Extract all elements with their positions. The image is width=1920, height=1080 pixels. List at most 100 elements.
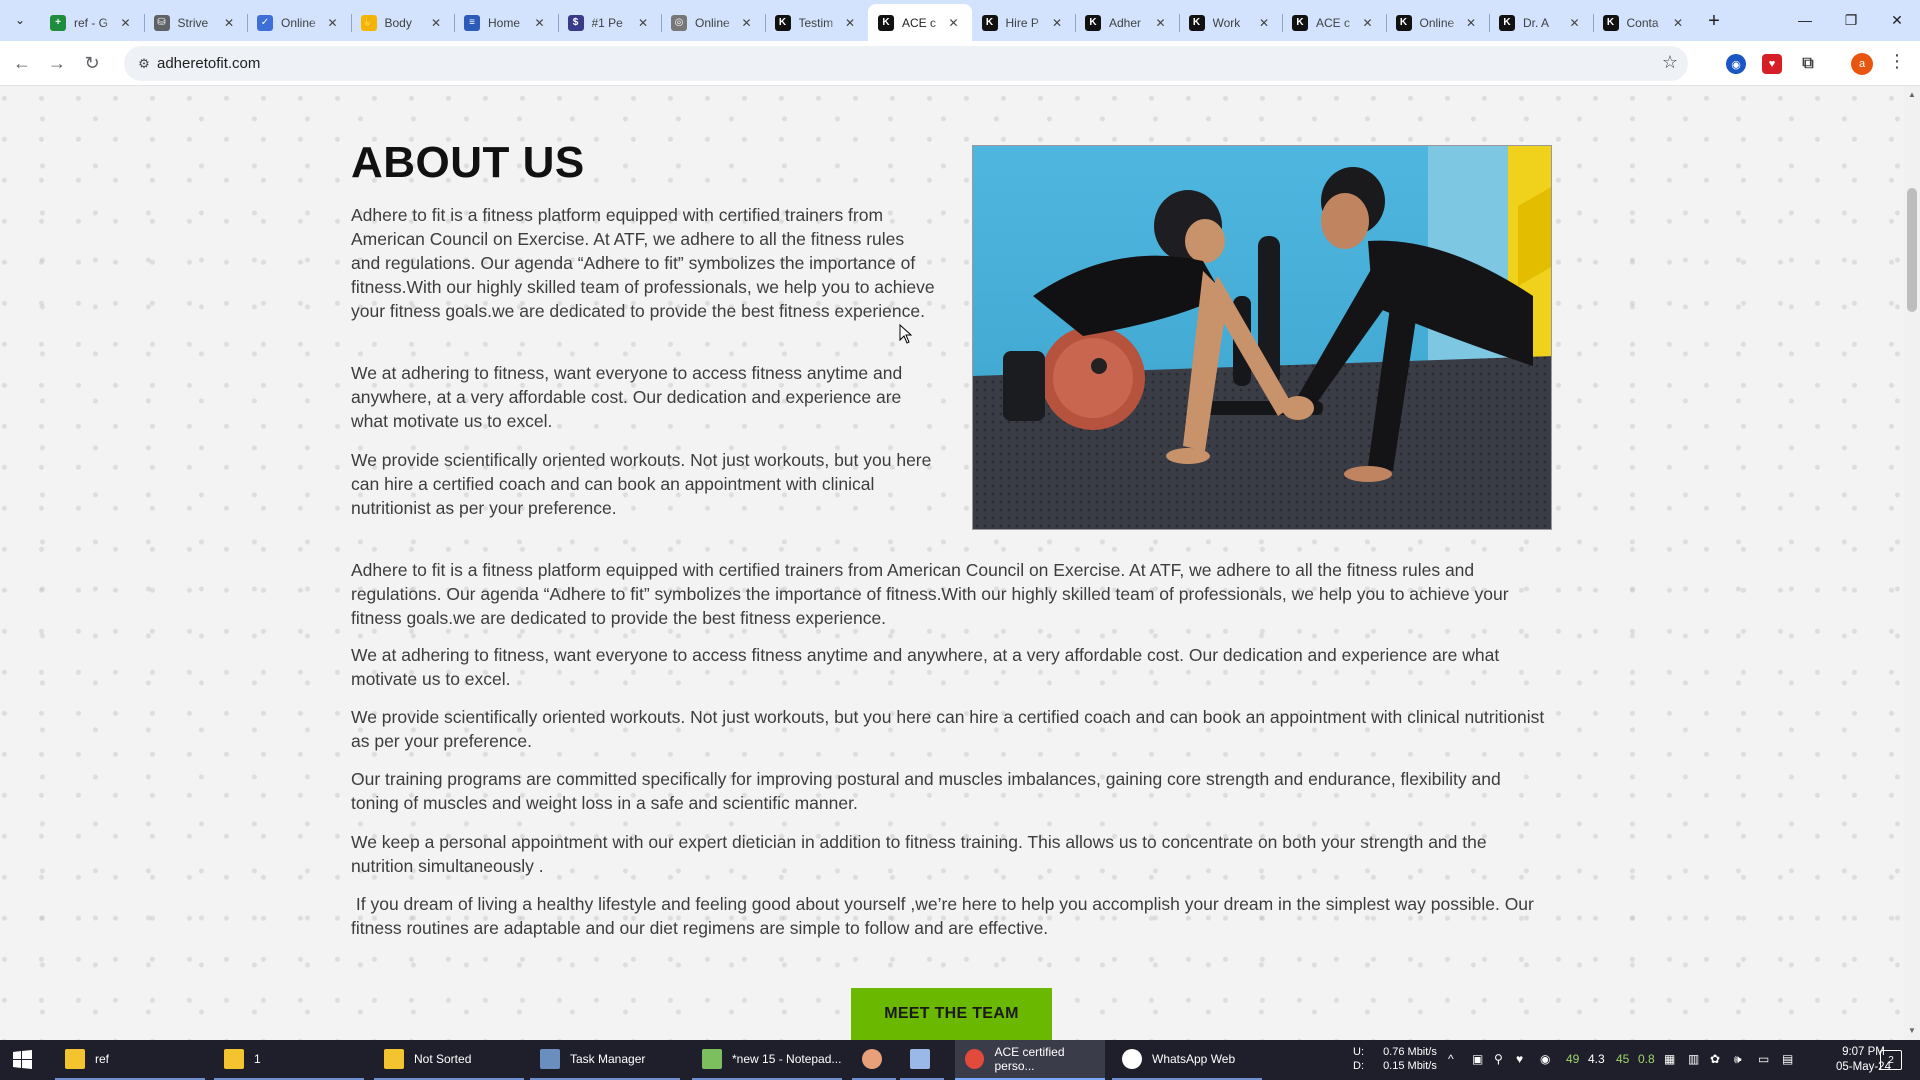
windows-start-icon[interactable] bbox=[8, 1049, 38, 1071]
tray-value: 0.8 bbox=[1638, 1052, 1655, 1066]
browser-tab[interactable]: ◎ Online ✕ bbox=[661, 4, 765, 41]
tab-search-chevron-icon[interactable]: ⌄ bbox=[8, 8, 32, 32]
network-up-speed: 0.76 Mbit/s bbox=[1383, 1046, 1437, 1058]
browser-tab[interactable]: K ACE c ✕ bbox=[868, 4, 972, 41]
tray-chart-icon[interactable]: ▥ bbox=[1688, 1052, 1699, 1066]
meet-the-team-button[interactable]: MEET THE TEAM bbox=[851, 988, 1052, 1040]
url-text[interactable]: adheretofit.com bbox=[157, 55, 260, 72]
browser-tab[interactable]: K Hire P ✕ bbox=[972, 4, 1076, 41]
browser-tab[interactable]: $ #1 Pe ✕ bbox=[557, 4, 662, 41]
taskbar-item[interactable]: *new 15 - Notepad... bbox=[692, 1040, 842, 1080]
tab-close-icon[interactable]: ✕ bbox=[1463, 15, 1479, 31]
tab-list: + ref - G ✕ ⛁ Strive ✕ ✓ Online ✕ ✋ Body ✕ ≡ Home ✕ $ #1… bbox=[40, 4, 1696, 41]
browser-tab[interactable]: ✓ Online ✕ bbox=[247, 4, 351, 41]
tray-monitor-icon[interactable]: ▦ bbox=[1664, 1052, 1675, 1066]
tab-close-icon[interactable]: ✕ bbox=[1670, 15, 1686, 31]
browser-tab[interactable]: K ACE c ✕ bbox=[1282, 4, 1386, 41]
notification-center-icon[interactable]: 2 bbox=[1880, 1050, 1902, 1070]
taskbar-item[interactable]: Not Sorted bbox=[374, 1040, 524, 1080]
site-info-icon[interactable]: ⚙ bbox=[132, 52, 156, 76]
tab-close-icon[interactable]: ✕ bbox=[532, 15, 548, 31]
back-icon[interactable]: ← bbox=[8, 49, 36, 77]
browser-tab[interactable]: K Conta ✕ bbox=[1592, 4, 1697, 41]
extensions-puzzle-icon[interactable]: ⧉ bbox=[1798, 54, 1818, 74]
tab-title: ACE c bbox=[902, 15, 937, 30]
new-tab-button[interactable]: + bbox=[1702, 9, 1726, 33]
browser-tab[interactable]: ✋ Body ✕ bbox=[350, 4, 455, 41]
atf-logo-icon: K bbox=[878, 14, 894, 31]
tab-close-icon[interactable]: ✕ bbox=[428, 15, 444, 31]
reload-icon[interactable]: ↻ bbox=[78, 49, 106, 77]
battery-icon[interactable]: ▭ bbox=[1758, 1052, 1769, 1066]
atf-logo-icon: K bbox=[1499, 14, 1515, 31]
tray-chevron-icon[interactable]: ^ bbox=[1448, 1052, 1454, 1066]
address-bar[interactable]: ⚙ adheretofit.com ☆ bbox=[124, 46, 1688, 81]
about-paragraph: We at adhering to fitness, want everyone… bbox=[351, 645, 1500, 689]
tab-close-icon[interactable]: ✕ bbox=[1567, 15, 1583, 31]
tab-close-icon[interactable]: ✕ bbox=[635, 15, 651, 31]
profile-avatar[interactable]: a bbox=[1851, 53, 1873, 75]
whatsapp-icon bbox=[1122, 1049, 1142, 1069]
bookmark-star-icon[interactable]: ☆ bbox=[1662, 52, 1678, 73]
taskbar-item[interactable]: WhatsApp Web bbox=[1112, 1040, 1262, 1080]
scroll-thumb[interactable] bbox=[1907, 188, 1917, 312]
tab-title: Dr. A bbox=[1523, 15, 1550, 30]
tab-close-icon[interactable]: ✕ bbox=[1256, 15, 1272, 31]
minimize-icon[interactable]: — bbox=[1782, 0, 1828, 40]
taskbar-item[interactable] bbox=[852, 1040, 896, 1080]
browser-tab[interactable]: K Dr. A ✕ bbox=[1489, 4, 1593, 41]
tab-title: ref - G bbox=[74, 15, 109, 30]
browser-tab[interactable]: K Testim ✕ bbox=[764, 4, 869, 41]
browser-tab[interactable]: K Online ✕ bbox=[1385, 4, 1490, 41]
menu-kebab-icon[interactable]: ⋮ bbox=[1888, 51, 1906, 72]
taskbar-item-label: *new 15 - Notepad... bbox=[732, 1052, 842, 1066]
taskbar-item[interactable]: ref bbox=[55, 1040, 205, 1080]
tab-close-icon[interactable]: ✕ bbox=[739, 15, 755, 31]
tab-close-icon[interactable]: ✕ bbox=[842, 15, 858, 31]
taskbar-item[interactable]: Task Manager bbox=[530, 1040, 680, 1080]
tray-globe-icon[interactable]: ◉ bbox=[1540, 1052, 1550, 1066]
atf-logo-icon: K bbox=[774, 14, 791, 31]
volume-icon[interactable]: 🕪 bbox=[1734, 1052, 1742, 1067]
taskbar-item-label: 1 bbox=[254, 1052, 261, 1066]
extension-globe-icon[interactable]: ◉ bbox=[1726, 54, 1746, 74]
extension-shield-icon[interactable]: ♥ bbox=[1762, 54, 1782, 74]
tab-title: ACE c bbox=[1316, 15, 1351, 30]
scroll-down-icon[interactable]: ▼ bbox=[1908, 1026, 1916, 1035]
atf-logo-icon: K bbox=[1188, 14, 1205, 31]
taskbar-item-label: ACE certified perso... bbox=[994, 1045, 1065, 1073]
browser-tab[interactable]: K Work ✕ bbox=[1178, 4, 1283, 41]
tab-title: Home bbox=[488, 15, 521, 30]
close-window-icon[interactable]: ✕ bbox=[1874, 0, 1920, 40]
tab-close-icon[interactable]: ✕ bbox=[325, 15, 341, 31]
tray-flower-icon[interactable]: ✿ bbox=[1710, 1052, 1720, 1066]
document-icon bbox=[910, 1049, 930, 1069]
tray-app-icon[interactable]: ▣ bbox=[1472, 1052, 1483, 1066]
network-icon[interactable]: ▤ bbox=[1782, 1052, 1793, 1066]
browser-tab[interactable]: + ref - G ✕ bbox=[40, 4, 144, 41]
tab-title: Work bbox=[1212, 15, 1241, 30]
taskbar-item[interactable]: ACE certified perso... bbox=[955, 1040, 1105, 1080]
taskbar-item[interactable]: 1 bbox=[214, 1040, 364, 1080]
page-scrollbar[interactable]: ▲ ▼ bbox=[1904, 86, 1920, 1040]
browser-toolbar: ← → ↻ ⚙ adheretofit.com ☆ ◉ ♥ ⧉ a ⋮ bbox=[0, 41, 1920, 86]
about-paragraph: Our training programs are committed spec… bbox=[351, 769, 1501, 813]
tray-search-icon[interactable]: ⚲ bbox=[1494, 1052, 1503, 1066]
tab-close-icon[interactable]: ✕ bbox=[1049, 15, 1065, 31]
forward-icon[interactable]: → bbox=[43, 49, 71, 77]
tab-close-icon[interactable]: ✕ bbox=[946, 15, 962, 31]
globe-icon: ◎ bbox=[671, 14, 687, 31]
tab-close-icon[interactable]: ✕ bbox=[1360, 15, 1376, 31]
cart-icon: ⛁ bbox=[153, 14, 170, 31]
browser-tab[interactable]: ≡ Home ✕ bbox=[454, 4, 558, 41]
tab-close-icon[interactable]: ✕ bbox=[118, 15, 134, 31]
tab-close-icon[interactable]: ✕ bbox=[221, 15, 237, 31]
tab-title: Conta bbox=[1626, 15, 1659, 30]
restore-icon[interactable]: ❐ bbox=[1828, 0, 1874, 40]
browser-tab[interactable]: K Adher ✕ bbox=[1075, 4, 1179, 41]
browser-tab[interactable]: ⛁ Strive ✕ bbox=[143, 4, 248, 41]
tab-close-icon[interactable]: ✕ bbox=[1153, 15, 1169, 31]
tray-shield-icon[interactable]: ♥ bbox=[1516, 1052, 1523, 1066]
taskbar-item[interactable] bbox=[900, 1040, 944, 1080]
scroll-up-icon[interactable]: ▲ bbox=[1908, 90, 1916, 99]
